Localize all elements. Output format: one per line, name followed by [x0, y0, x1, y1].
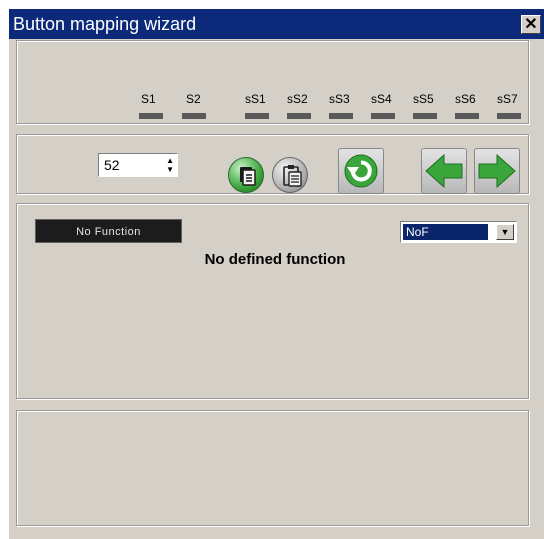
copy-mapping-button[interactable]	[228, 157, 264, 193]
paste-mapping-button[interactable]	[272, 157, 308, 193]
close-icon: ✕	[524, 16, 538, 33]
switch-indicator-ss4	[371, 113, 395, 119]
switch-indicator-s2	[182, 113, 206, 119]
switch-indicator-ss2	[287, 113, 311, 119]
refresh-icon	[344, 154, 378, 188]
function-name-label: No Function	[35, 219, 182, 243]
button-index-spinner[interactable]: 52 ▲ ▼	[98, 153, 178, 177]
window-title: Button mapping wizard	[13, 14, 197, 34]
switch-indicator-ss7	[497, 113, 521, 119]
switch-indicator-s1	[139, 113, 163, 119]
switch-label-ss6: sS6	[455, 92, 476, 106]
paste-icon	[283, 165, 302, 187]
switch-label-ss3: sS3	[329, 92, 350, 106]
copy-icon	[240, 167, 256, 186]
switch-label-ss4: sS4	[371, 92, 392, 106]
button-index-value: 52	[104, 157, 120, 173]
function-description: No defined function	[204, 251, 346, 268]
switch-indicator-ss3	[329, 113, 353, 119]
switch-label-s2: S2	[186, 92, 201, 106]
close-button[interactable]: ✕	[521, 15, 541, 34]
function-select[interactable]: NoF ▼	[400, 221, 517, 243]
switch-indicators-group	[16, 40, 529, 124]
next-button[interactable]	[474, 148, 520, 194]
reset-mapping-button[interactable]	[338, 148, 384, 194]
switch-label-ss2: sS2	[287, 92, 308, 106]
arrow-left-icon	[425, 153, 463, 189]
switch-label-ss1: sS1	[245, 92, 266, 106]
switch-label-ss7: sS7	[497, 92, 518, 106]
spin-up-icon[interactable]: ▲	[166, 156, 174, 165]
details-panel	[16, 410, 529, 526]
function-select-value: NoF	[403, 224, 488, 240]
switch-indicator-ss6	[455, 113, 479, 119]
switch-label-ss5: sS5	[413, 92, 434, 106]
switch-indicator-ss5	[413, 113, 437, 119]
title-bar: Button mapping wizard ✕	[9, 9, 544, 39]
arrow-right-icon	[478, 153, 516, 189]
chevron-down-icon[interactable]: ▼	[496, 224, 514, 240]
spin-down-icon[interactable]: ▼	[166, 165, 174, 174]
switch-indicator-ss1	[245, 113, 269, 119]
switch-label-s1: S1	[141, 92, 156, 106]
previous-button[interactable]	[421, 148, 467, 194]
